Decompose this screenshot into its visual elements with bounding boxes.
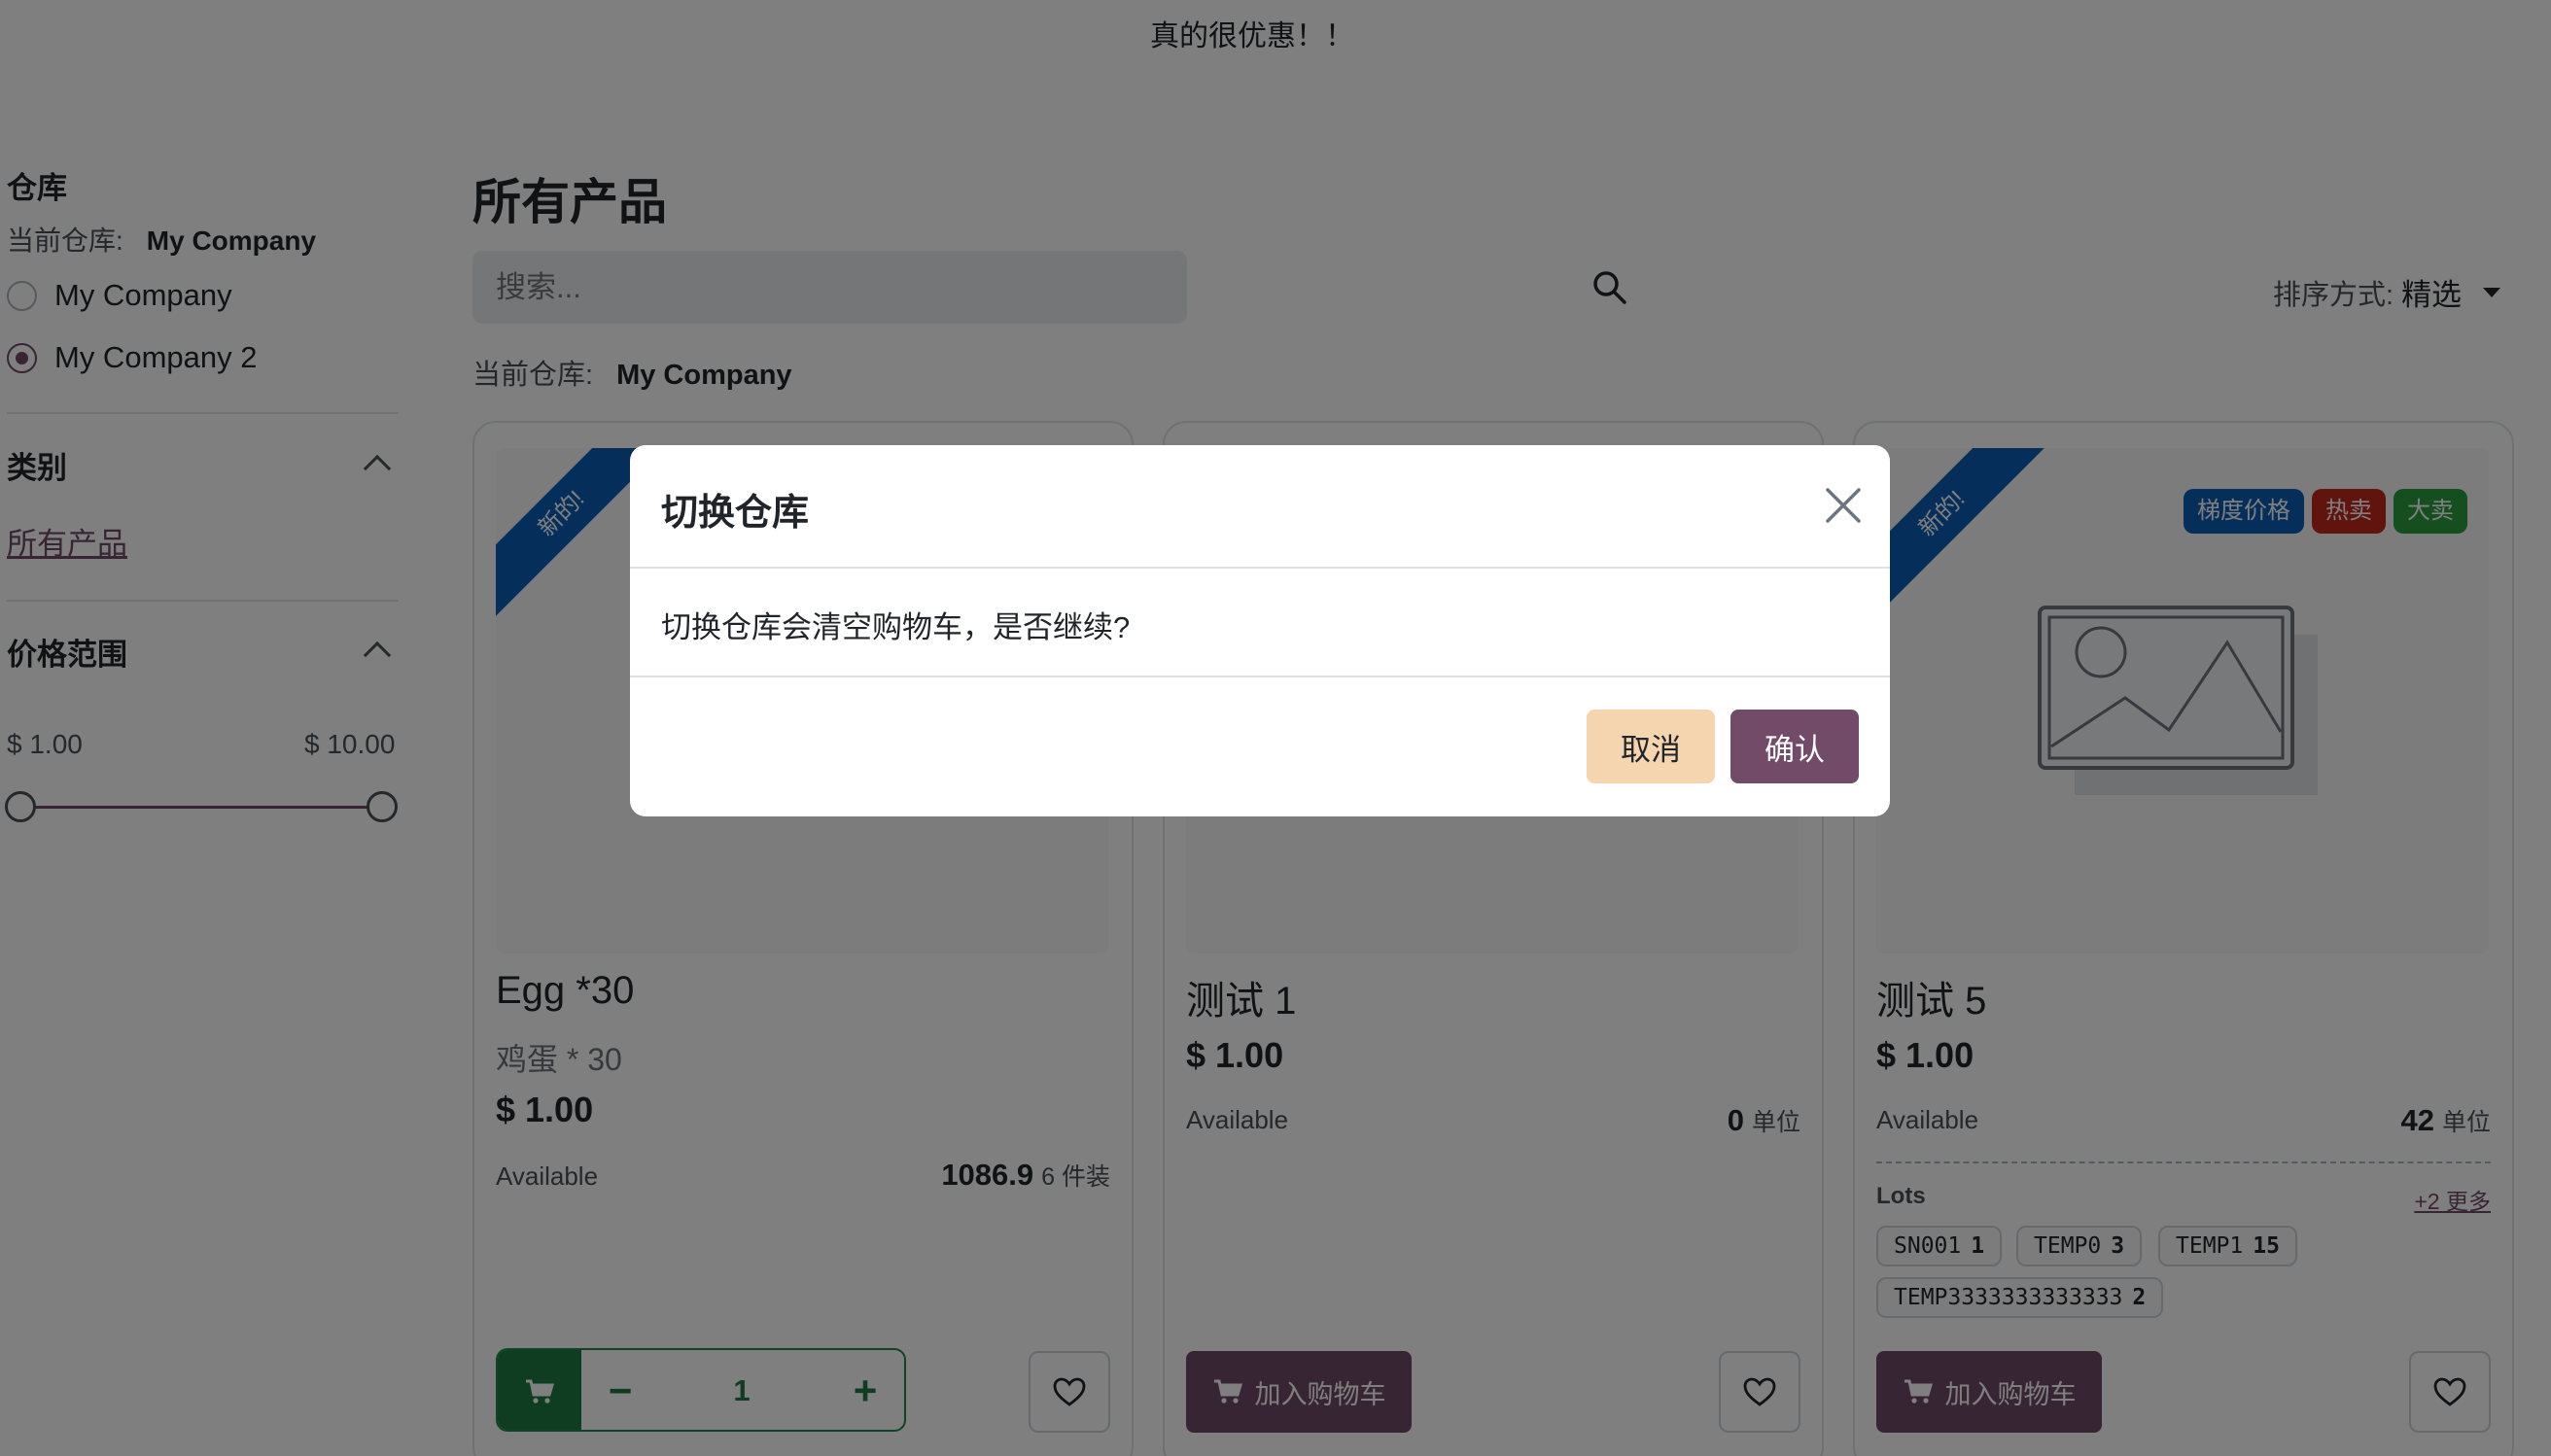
dialog-message: 切换仓库会清空购物车，是否继续? xyxy=(661,610,1131,644)
cancel-button[interactable]: 取消 xyxy=(1587,710,1715,783)
switch-warehouse-dialog: 切换仓库 切换仓库会清空购物车，是否继续? 取消 确认 xyxy=(630,445,1890,816)
dialog-title: 切换仓库 xyxy=(661,493,810,534)
divider xyxy=(630,676,1890,677)
shop-page: 真的很优惠！！ 仓库 当前仓库:My Company My Company My… xyxy=(0,0,2551,1456)
divider xyxy=(630,567,1890,569)
confirm-button[interactable]: 确认 xyxy=(1730,710,1859,783)
close-icon[interactable] xyxy=(1822,484,1865,527)
